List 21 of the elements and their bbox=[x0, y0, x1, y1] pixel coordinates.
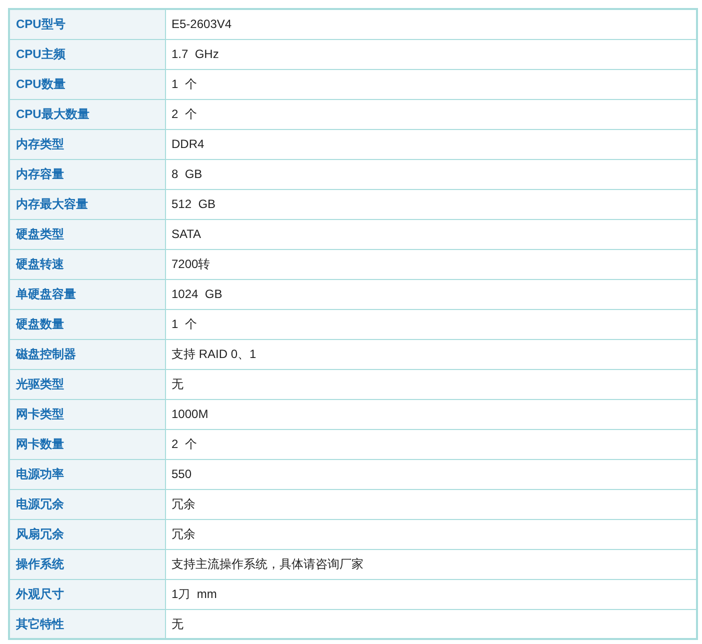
spec-label: 风扇冗余 bbox=[9, 519, 165, 549]
spec-label: 光驱类型 bbox=[9, 369, 165, 399]
spec-label: 磁盘控制器 bbox=[9, 339, 165, 369]
spec-label: 网卡类型 bbox=[9, 399, 165, 429]
spec-label: CPU最大数量 bbox=[9, 99, 165, 129]
spec-label: 其它特性 bbox=[9, 609, 165, 639]
spec-label: 硬盘转速 bbox=[9, 249, 165, 279]
spec-label: CPU型号 bbox=[9, 9, 165, 39]
spec-label: 电源功率 bbox=[9, 459, 165, 489]
spec-label: 操作系统 bbox=[9, 549, 165, 579]
spec-label: 内存类型 bbox=[9, 129, 165, 159]
spec-label: CPU主频 bbox=[9, 39, 165, 69]
spec-label: 内存最大容量 bbox=[9, 189, 165, 219]
spec-label: 硬盘数量 bbox=[9, 309, 165, 339]
spec-label: 内存容量 bbox=[9, 159, 165, 189]
spec-label: 硬盘类型 bbox=[9, 219, 165, 249]
spec-label: 单硬盘容量 bbox=[9, 279, 165, 309]
spec-label: 网卡数量 bbox=[9, 429, 165, 459]
spec-label: 电源冗余 bbox=[9, 489, 165, 519]
spec-label: 外观尺寸 bbox=[9, 579, 165, 609]
spec-label: CPU数量 bbox=[9, 69, 165, 99]
